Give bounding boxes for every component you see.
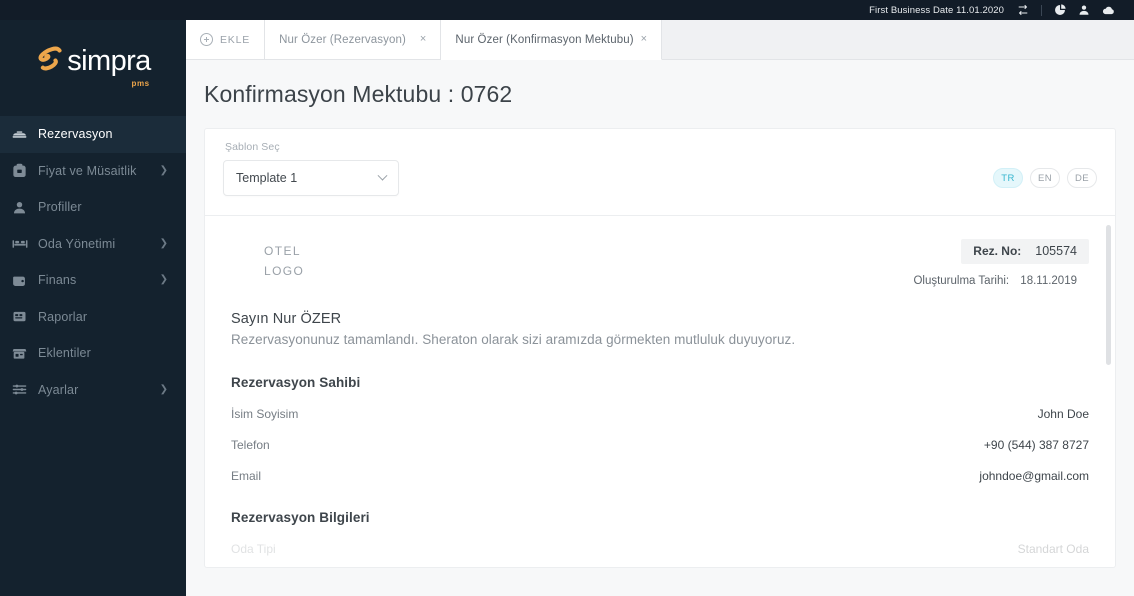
tab-close-icon[interactable]: × [420, 34, 427, 45]
bed-icon [12, 127, 38, 142]
plugin-icon [12, 346, 38, 361]
sidebar: simpra pms Rezervasyon Fiyat ve Müsaitli… [0, 20, 186, 596]
language-switcher: TR EN DE [993, 168, 1097, 188]
chevron-right-icon: ❯ [159, 274, 168, 286]
letter-meta: Rez. No: 105574 Oluşturulma Tarihi: 18.1… [913, 239, 1089, 287]
document-scrollbar[interactable] [1106, 219, 1111, 563]
top-bar-icons [1011, 0, 1120, 20]
row-value: John Doe [1037, 407, 1089, 421]
sidebar-item-raporlar[interactable]: Raporlar [0, 299, 186, 336]
business-date-label: First Business Date 11.01.2020 [869, 4, 1004, 16]
created-date-value: 18.11.2019 [1020, 275, 1077, 287]
row-value: +90 (544) 387 8727 [983, 438, 1089, 452]
logo-wordmark: simpra [67, 44, 151, 77]
language-pill-en[interactable]: EN [1030, 168, 1060, 188]
report-icon [12, 309, 38, 324]
sidebar-label: Ayarlar [38, 382, 79, 397]
row-key: Oda Tipi [231, 542, 276, 556]
transfer-icon[interactable] [1011, 0, 1035, 20]
main-content: EKLE Nur Özer (Rezervasyon) × Nur Özer (… [186, 20, 1134, 596]
language-pill-tr[interactable]: TR [993, 168, 1023, 188]
row-key: Email [231, 469, 262, 483]
pie-chart-icon[interactable] [1048, 0, 1072, 20]
app-logo[interactable]: simpra pms [0, 20, 186, 98]
add-tab-button[interactable]: EKLE [186, 20, 266, 59]
sidebar-label: Profiller [38, 200, 82, 215]
sidebar-label: Rezervasyon [38, 127, 113, 142]
owner-section-title: Rezervasyon Sahibi [231, 375, 361, 390]
created-date-label: Oluşturulma Tarihi: [913, 275, 1010, 287]
template-select-group: Şablon Seç Template 1 [223, 141, 399, 196]
sidebar-item-rezervasyon[interactable]: Rezervasyon [0, 116, 186, 153]
sidebar-label: Fiyat ve Müsaitlik [38, 163, 137, 178]
info-section-title: Rezervasyon Bilgileri [231, 510, 370, 525]
tab-strip: EKLE Nur Özer (Rezervasyon) × Nur Özer (… [186, 20, 1134, 60]
sidebar-item-fiyat-ve-musaitlik[interactable]: Fiyat ve Müsaitlik ❯ [0, 153, 186, 190]
wallet-icon [12, 273, 38, 288]
page-header: Konfirmasyon Mektubu : 0762 [186, 60, 1134, 128]
sidebar-item-finans[interactable]: Finans ❯ [0, 262, 186, 299]
card-toolbar: Şablon Seç Template 1 TR EN DE [205, 129, 1115, 216]
owner-row-name: İsim Soyisim John Doe [231, 407, 1089, 421]
chevron-right-icon: ❯ [159, 164, 168, 176]
reservation-number-value: 105574 [1035, 244, 1077, 258]
reservation-number-label: Rez. No: [973, 244, 1022, 258]
intro-text: Rezervasyonunuz tamamlandı. Sheraton ola… [231, 332, 796, 347]
confirmation-letter-card: Şablon Seç Template 1 TR EN DE OTEL LOGO… [204, 128, 1116, 568]
tab-konfirmasyon-mektubu[interactable]: Nur Özer (Konfirmasyon Mektubu) × [441, 20, 663, 60]
sidebar-label: Finans [38, 273, 77, 288]
topbar-divider [1041, 4, 1042, 16]
hotel-logo-line1: OTEL [264, 244, 301, 258]
letter-document: OTEL LOGO Rez. No: 105574 Oluşturulma Ta… [205, 217, 1115, 567]
chevron-right-icon: ❯ [159, 383, 168, 395]
tab-rezervasyon[interactable]: Nur Özer (Rezervasyon) × [265, 20, 442, 59]
application-window: First Business Date 11.01.2020 simpra pm… [0, 0, 1134, 596]
cloud-icon[interactable] [1096, 0, 1120, 20]
user-icon[interactable] [1072, 0, 1096, 20]
page-title: Konfirmasyon Mektubu : 0762 [204, 80, 513, 107]
hotel-logo-placeholder: OTEL LOGO [231, 239, 304, 282]
add-tab-label: EKLE [220, 33, 251, 46]
row-key: İsim Soyisim [231, 407, 299, 421]
info-row-clipped: Oda Tipi Standart Oda [231, 542, 1089, 556]
chevron-right-icon: ❯ [159, 237, 168, 249]
sidebar-item-profiller[interactable]: Profiller [0, 189, 186, 226]
sidebar-item-ayarlar[interactable]: Ayarlar ❯ [0, 372, 186, 409]
person-icon [12, 200, 38, 215]
language-pill-de[interactable]: DE [1067, 168, 1097, 188]
row-value: johndoe@gmail.com [979, 469, 1089, 483]
simpra-swoosh-icon [35, 44, 66, 79]
tab-label: Nur Özer (Konfirmasyon Mektubu) [455, 33, 634, 46]
reservation-number-badge: Rez. No: 105574 [961, 239, 1089, 264]
sliders-icon [12, 382, 38, 397]
sidebar-label: Raporlar [38, 309, 88, 324]
created-date: Oluşturulma Tarihi: 18.11.2019 [913, 275, 1089, 287]
sidebar-label: Oda Yönetimi [38, 236, 116, 251]
sidebar-item-eklentiler[interactable]: Eklentiler [0, 335, 186, 372]
plus-circle-icon [200, 33, 213, 46]
owner-row-email: Email johndoe@gmail.com [231, 469, 1089, 483]
sidebar-label: Eklentiler [38, 346, 91, 361]
sidebar-nav: Rezervasyon Fiyat ve Müsaitlik ❯ Profill… [0, 116, 186, 408]
beds-icon [12, 236, 38, 251]
top-bar: First Business Date 11.01.2020 [0, 0, 1134, 20]
letter-header: OTEL LOGO Rez. No: 105574 Oluşturulma Ta… [231, 239, 1089, 287]
tab-close-icon[interactable]: × [641, 34, 648, 45]
owner-row-phone: Telefon +90 (544) 387 8727 [231, 438, 1089, 452]
template-select-label: Şablon Seç [225, 141, 280, 153]
logo-subtitle: pms [131, 78, 150, 88]
tag-icon [12, 163, 38, 178]
template-select[interactable]: Template 1 [223, 160, 399, 196]
document-scrollbar-thumb[interactable] [1106, 225, 1111, 365]
row-key: Telefon [231, 438, 270, 452]
hotel-logo-line2: LOGO [264, 263, 305, 278]
row-value: Standart Oda [1017, 542, 1089, 556]
salutation: Sayın Nur ÖZER [231, 311, 342, 327]
sidebar-item-oda-yonetimi[interactable]: Oda Yönetimi ❯ [0, 226, 186, 263]
chevron-down-icon [377, 170, 388, 181]
template-select-value: Template 1 [236, 171, 298, 185]
tab-label: Nur Özer (Rezervasyon) [279, 33, 406, 46]
